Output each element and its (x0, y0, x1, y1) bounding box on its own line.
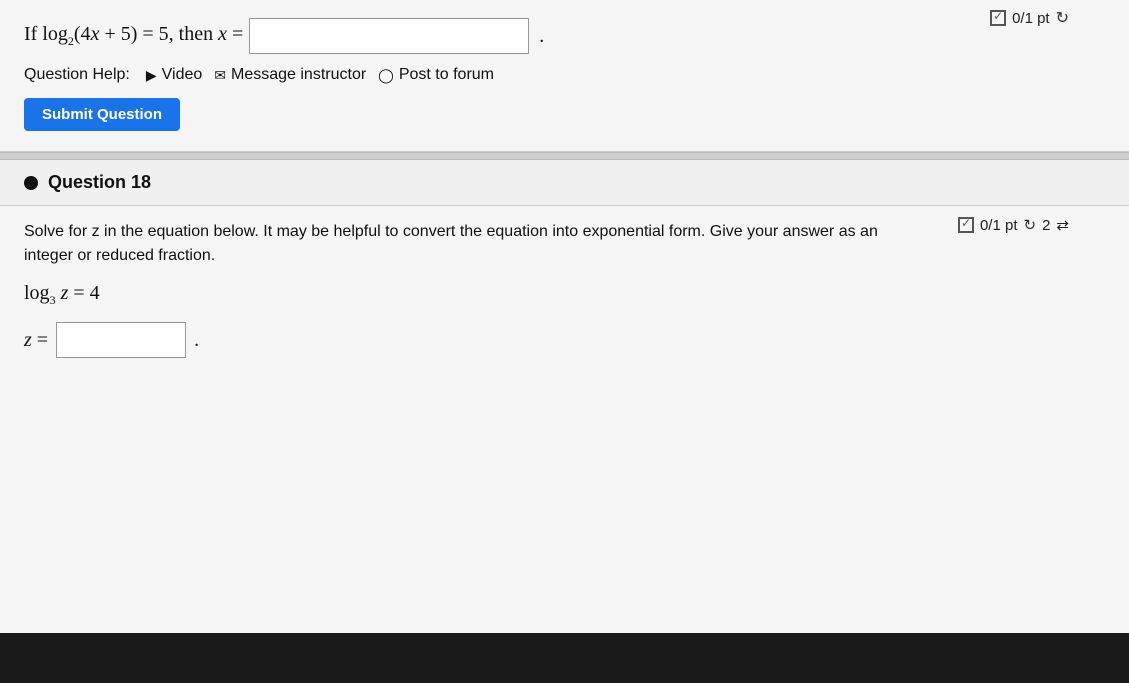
message-instructor-link[interactable]: ✉ Message instructor (214, 66, 366, 84)
question-18-title: Question 18 (48, 172, 151, 193)
check-icon-q18 (958, 217, 974, 233)
question-18-header: Question 18 (0, 160, 1129, 206)
math-prefix-q17: If log2(4x + 5) = 5, then x = (24, 23, 243, 49)
q18-answer-line: z = . (24, 322, 1105, 358)
answer-input-q17[interactable] (249, 18, 529, 54)
q18-equation: log3 z = 4 (24, 282, 1105, 308)
message-label: Message instructor (231, 66, 366, 84)
video-help-link[interactable]: ▶ Video (146, 66, 202, 84)
score-badge-q18: 0/1 pt ↻ 2 ⇄ (958, 216, 1069, 234)
post-forum-link[interactable]: ◯ Post to forum (378, 66, 494, 84)
page: 0/1 pt ↻ If log2(4x + 5) = 5, then x = .… (0, 0, 1129, 683)
message-icon: ✉ (214, 67, 226, 84)
refresh-icon-q18[interactable]: ⇄ (1056, 216, 1069, 234)
score-badge-q17: 0/1 pt ↻ (990, 8, 1069, 28)
check-icon-q17 (990, 10, 1006, 26)
answer-input-q18[interactable] (56, 322, 186, 358)
q18-description: Solve for z in the equation below. It ma… (24, 220, 924, 268)
dot-q18: . (194, 329, 199, 352)
attempts-count-q18: 2 (1042, 217, 1050, 234)
reset-icon-q17[interactable]: ↻ (1056, 8, 1069, 28)
submit-button-q17[interactable]: Submit Question (24, 98, 180, 131)
dot-q17: . (539, 25, 544, 48)
score-text-q17: 0/1 pt (1012, 10, 1050, 27)
question-17-block: 0/1 pt ↻ If log2(4x + 5) = 5, then x = .… (0, 0, 1129, 152)
forum-icon: ◯ (378, 67, 394, 84)
question-help-q17: Question Help: ▶ Video ✉ Message instruc… (24, 66, 1105, 84)
forum-label: Post to forum (399, 66, 494, 84)
answer-prefix-q18: z = (24, 329, 48, 352)
bottom-bar (0, 633, 1129, 683)
question-18-body: 0/1 pt ↻ 2 ⇄ Solve for z in the equation… (0, 206, 1129, 382)
score-text-q18: 0/1 pt (980, 217, 1018, 234)
math-expression-q17: If log2(4x + 5) = 5, then x = . (24, 18, 1105, 54)
attempts-q18: ↻ (1024, 216, 1037, 234)
section-divider (0, 152, 1129, 160)
question-dot-q18 (24, 176, 38, 190)
help-label-q17: Question Help: (24, 66, 130, 84)
video-icon: ▶ (146, 67, 157, 84)
video-label: Video (162, 66, 203, 84)
